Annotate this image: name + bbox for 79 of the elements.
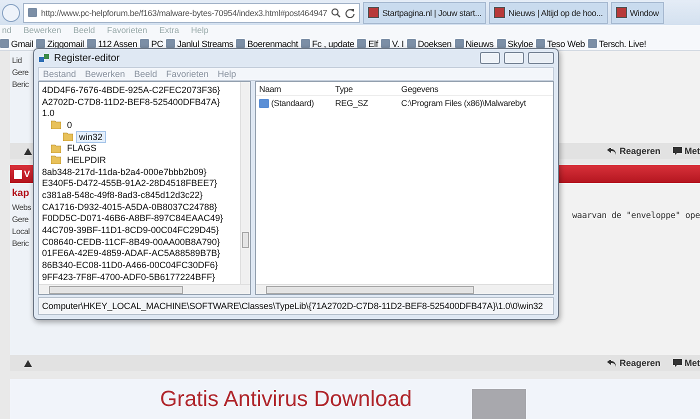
profile-label: Beric <box>12 79 29 90</box>
favorite-link[interactable]: Boerenmacht <box>236 38 298 49</box>
refresh-icon[interactable] <box>345 8 356 18</box>
close-button[interactable] <box>528 52 554 64</box>
post-text: waarvan de "enveloppe" ope <box>572 211 700 221</box>
minimize-button[interactable] <box>480 52 500 64</box>
back-button[interactable] <box>2 4 20 22</box>
ad-headline: Gratis Antivirus Download <box>160 386 412 412</box>
value-data: C:\Program Files (x86)\Malwarebyt <box>400 97 527 109</box>
tree-item[interactable]: E340F5-D472-455B-91A2-28D4518FBEE7} <box>39 177 220 190</box>
tree-item[interactable]: 4DD4F6-7676-4BDE-925A-C2FEC2073F36} <box>39 84 224 96</box>
value-type: REG_SZ <box>334 97 369 109</box>
tree-item[interactable]: c381a8-548c-49f8-8ad3-c845d12d3c22} <box>39 189 206 202</box>
speech-bubble-icon <box>672 359 682 367</box>
favorite-link[interactable]: 112 Assen <box>87 38 138 49</box>
warning-icon <box>24 148 32 154</box>
tree-item[interactable]: 44C709-39BF-11D1-8CD9-00C04FC29D45} <box>39 224 222 236</box>
post-action-link[interactable]: Met <box>672 358 700 368</box>
horizontal-scrollbar[interactable] <box>39 284 250 294</box>
browser-tab[interactable]: Startpagina.nl | Jouw start... <box>363 2 486 24</box>
tree-item[interactable]: 9FF423-7F8F-4700-ADF0-5B6177224BFF} <box>39 270 218 283</box>
tree-item[interactable]: F0DD5C-D071-46B6-A8BF-897C84EAAC49} <box>39 212 226 224</box>
tree-item[interactable]: 01FE6A-42E9-4859-ADAF-AC5A88589B7B} <box>39 247 224 260</box>
favorite-link[interactable]: Doeksen <box>406 38 452 49</box>
site-icon <box>28 8 37 18</box>
column-header[interactable]: Gegevens <box>398 82 548 94</box>
window-title: Register-editor <box>54 52 121 64</box>
horizontal-scrollbar[interactable] <box>256 284 553 294</box>
favorite-link[interactable]: Gmail <box>0 38 34 49</box>
post-action-link[interactable]: Reageren <box>607 146 660 156</box>
tree-item[interactable]: HELPDIR <box>64 154 110 166</box>
tree-item[interactable]: 8ab348-217d-11da-b2a4-000e7bbb2b09} <box>39 166 210 178</box>
post-action-link[interactable]: Met <box>672 146 700 156</box>
favorite-link[interactable]: Skyloe <box>496 38 534 49</box>
tree-item[interactable]: win32 <box>76 130 106 143</box>
tree-item[interactable]: CA1716-D932-4015-A5DA-0B8037C24788} <box>39 200 220 213</box>
favorite-link[interactable]: V. I <box>381 38 404 49</box>
tree-item[interactable]: C08640-CEDB-11CF-8B49-00AA00B8A790} <box>39 236 223 248</box>
column-header[interactable]: Naam <box>256 82 332 94</box>
profile-label: Webs <box>12 202 32 213</box>
status-path: Computer\HKEY_LOCAL_MACHINE\SOFTWARE\Classes\TypeLib\{71A2702D-C7D8-11D2-BEF8-525400DFB47A}\1.0\0\win32 <box>42 301 543 311</box>
favorite-link[interactable]: PC <box>140 38 164 49</box>
favorite-link[interactable]: Elf <box>357 38 378 49</box>
search-icon[interactable] <box>331 8 342 18</box>
favorite-link[interactable]: Fc , update <box>300 38 354 49</box>
tree-item[interactable]: 86B340-EC08-11D0-A466-00C04FC30DF6} <box>39 259 221 272</box>
tree-item[interactable]: 1.0 <box>39 107 58 120</box>
favorite-link[interactable]: Tersch. Live! <box>588 38 646 49</box>
author-name[interactable]: kap <box>12 187 30 201</box>
profile-label: Local <box>12 226 30 237</box>
favorite-link[interactable]: Nieuws <box>454 38 494 49</box>
column-header[interactable]: Type <box>332 82 398 94</box>
profile-label: Lid <box>12 55 22 66</box>
tree-item[interactable]: 0 <box>64 118 76 131</box>
string-value-icon <box>259 98 270 108</box>
maximize-button[interactable] <box>504 52 524 64</box>
profile-label: Gere <box>12 67 29 78</box>
favorite-link[interactable]: Janlul Streams <box>166 38 234 49</box>
reply-arrow-icon <box>607 148 616 154</box>
post-header-text: V <box>24 169 30 179</box>
profile-label: Beric <box>12 238 29 249</box>
browser-tab[interactable]: Nieuws | Altijd op de hoo... <box>489 2 608 24</box>
favorite-link[interactable]: Teso Web <box>536 38 585 49</box>
url-text: http://www.pc-helpforum.be/f163/malware-bytes-70954/index3.html#post464947 <box>41 8 328 18</box>
tree-item[interactable]: FLAGS <box>64 142 100 154</box>
ad-banner[interactable]: Gratis Antivirus Download <box>10 379 700 419</box>
vertical-scrollbar[interactable] <box>240 82 250 284</box>
warning-icon <box>24 360 32 366</box>
profile-label: Gere <box>12 214 29 225</box>
value-name: (Standaard) <box>271 97 314 109</box>
browser-tab[interactable]: Window <box>610 2 664 24</box>
post-action-link[interactable]: Reageren <box>607 358 660 368</box>
document-icon <box>14 170 22 178</box>
tree-item[interactable]: A2702D-C7D8-11D2-BEF8-525400DFB47A} <box>39 96 223 108</box>
value-row[interactable]: (Standaard) REG_SZ C:\Program Files (x86)\Malwarebyt <box>256 96 548 110</box>
speech-bubble-icon <box>672 147 682 155</box>
reply-arrow-icon <box>607 360 616 366</box>
registry-cubes-icon <box>38 52 50 64</box>
address-field[interactable]: http://www.pc-helpforum.be/f163/malware-bytes-70954/index3.html#post464947 <box>23 2 360 23</box>
